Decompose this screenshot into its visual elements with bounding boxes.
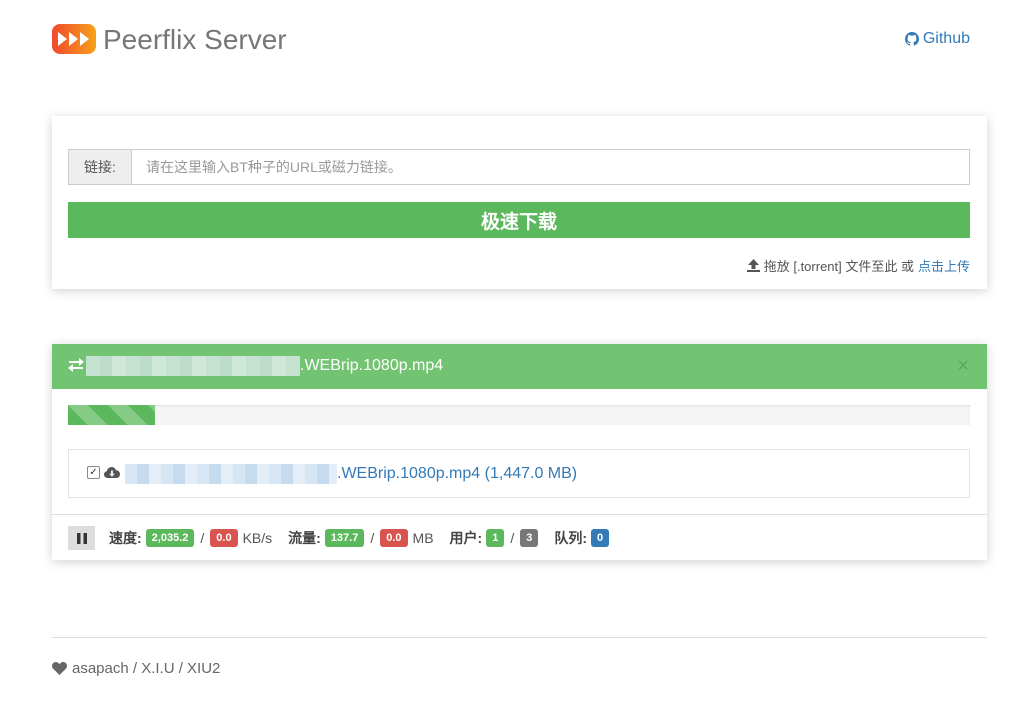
url-input-addon: 链接: — [68, 149, 132, 185]
pause-button[interactable] — [68, 526, 95, 550]
slash: / — [370, 530, 375, 546]
slash: / — [200, 530, 205, 546]
uploaded-badge: 0.0 — [380, 529, 408, 547]
download-progress-bar — [68, 405, 156, 425]
torrent-url-input[interactable] — [132, 149, 970, 185]
blurred-file-name — [125, 464, 337, 484]
blurred-torrent-name — [86, 356, 300, 376]
brand-title: Peerflix Server — [103, 24, 287, 55]
page-header: Peerflix Server Github — [52, 22, 970, 58]
upload-icon — [746, 259, 760, 272]
total-peers-badge: 3 — [520, 529, 539, 547]
transfer-icon — [68, 358, 84, 372]
active-peers-badge: 1 — [486, 529, 505, 547]
file-select-checkbox[interactable]: ✓ — [87, 466, 100, 479]
file-link[interactable]: .WEBrip.1080p.mp4 (1,447.0 MB) — [337, 450, 577, 497]
upload-link[interactable]: 点击上传 — [918, 256, 970, 275]
footer: asapach / X.I.U / XIU2 — [52, 660, 220, 677]
cloud-download-icon[interactable] — [104, 466, 120, 479]
queue-badge: 0 — [591, 529, 610, 547]
file-list-item: ✓ .WEBrip.1080p.mp4 (1,447.0 MB) — [68, 449, 970, 498]
url-input-group: 链接: — [68, 149, 970, 185]
slash: / — [510, 530, 515, 546]
speed-unit: KB/s — [242, 530, 273, 546]
download-progress — [68, 405, 970, 425]
play-arrows-icon — [58, 32, 89, 46]
stats-divider — [52, 514, 987, 515]
download-speed-badge: 2,035.2 — [145, 529, 195, 547]
peerflix-logo — [52, 24, 96, 54]
traffic-label: 流量: — [288, 530, 321, 546]
github-icon — [904, 32, 919, 46]
peers-label: 用户: — [449, 530, 483, 546]
torrent-header: .WEBrip.1080p.mp4 × — [52, 344, 987, 389]
torrent-name: .WEBrip.1080p.mp4 — [300, 357, 444, 374]
drop-hint-text: 拖放 [.torrent] 文件至此 或 — [763, 259, 914, 274]
fast-download-button[interactable]: 极速下载 — [68, 202, 970, 238]
heart-icon — [52, 662, 67, 675]
pause-icon — [76, 532, 87, 544]
drop-hint: 拖放 [.torrent] 文件至此 或 点击上传 — [746, 256, 970, 275]
torrent-card: .WEBrip.1080p.mp4 × ✓ .WEBrip.1080p.mp4 … — [52, 344, 987, 560]
footer-divider — [52, 637, 987, 638]
github-label: Github — [922, 30, 970, 47]
footer-credits: asapach / X.I.U / XIU2 — [72, 660, 221, 677]
torrent-stats: 速度: 2,035.2 / 0.0 KB/s 流量: 137.7 / 0.0 M… — [68, 526, 970, 550]
file-size: (1,447.0 MB) — [484, 465, 578, 482]
add-torrent-card: 链接: 极速下载 拖放 [.torrent] 文件至此 或 点击上传 — [52, 116, 987, 289]
upload-speed-badge: 0.0 — [210, 529, 238, 547]
close-torrent-button[interactable]: × — [957, 354, 969, 378]
queue-label: 队列: — [554, 530, 588, 546]
traffic-unit: MB — [412, 530, 434, 546]
file-name: .WEBrip.1080p.mp4 — [337, 465, 481, 482]
downloaded-badge: 137.7 — [324, 529, 365, 547]
github-link[interactable]: Github — [904, 30, 970, 48]
speed-label: 速度: — [109, 530, 142, 546]
